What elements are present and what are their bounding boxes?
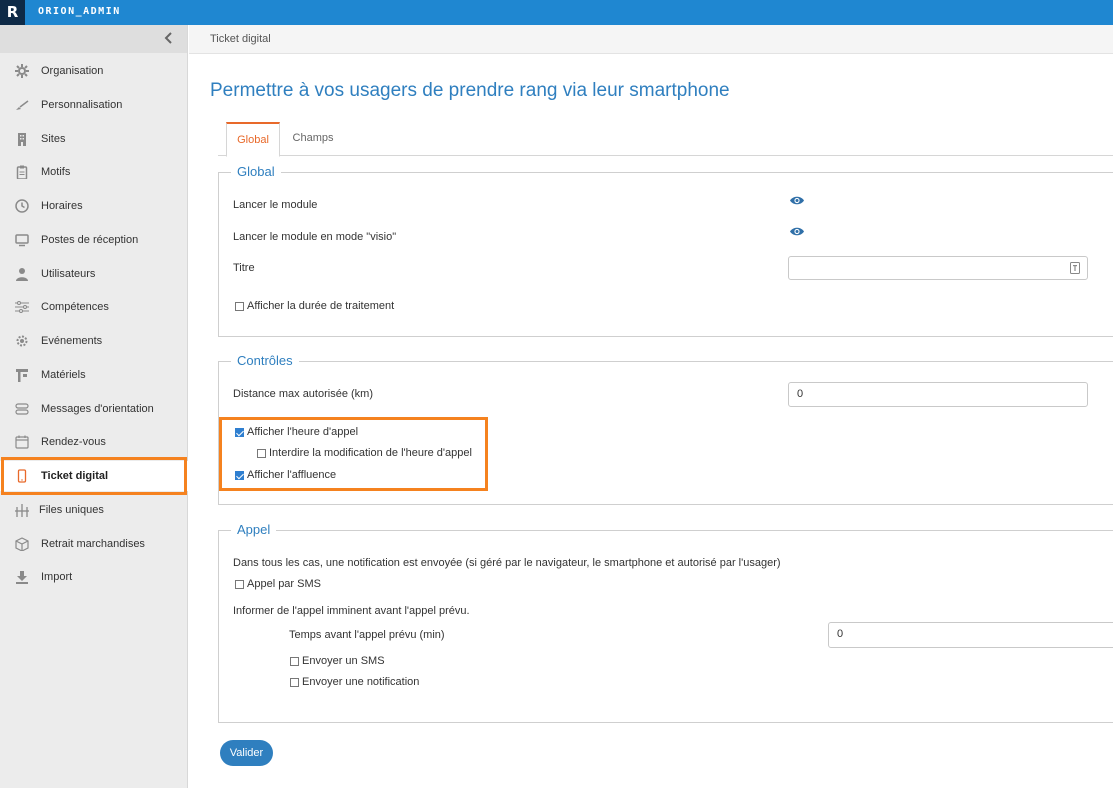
app-logo[interactable]: R xyxy=(0,0,25,25)
notification-info-text: Dans tous les cas, une notification est … xyxy=(233,557,781,569)
sidebar-item-import[interactable]: Import xyxy=(0,562,188,592)
forbid-change-label: Interdire la modification de l'heure d'a… xyxy=(269,447,472,459)
sidebar-item-ticket-digital[interactable]: Ticket digital xyxy=(0,461,188,491)
show-call-time-option[interactable]: Afficher l'heure d'appel xyxy=(235,426,358,438)
send-notification-checkbox[interactable] xyxy=(290,677,299,687)
show-duration-label: Afficher la durée de traitement xyxy=(247,300,395,312)
show-affluence-option[interactable]: Afficher l'affluence xyxy=(235,469,336,481)
show-duration-option[interactable]: Afficher la durée de traitement xyxy=(235,300,394,312)
show-duration-checkbox[interactable] xyxy=(235,301,244,311)
title-input[interactable] xyxy=(788,256,1088,280)
show-affluence-checkbox[interactable] xyxy=(235,470,244,480)
sidebar-item-label: Evénements xyxy=(41,335,103,347)
sidebar-item-label: Compétences xyxy=(41,301,109,313)
sms-call-checkbox[interactable] xyxy=(235,579,244,589)
appel-legend: Appel xyxy=(231,522,277,537)
tab-bar: Global Champs xyxy=(218,122,1113,157)
valider-button[interactable]: Valider xyxy=(220,740,273,766)
signpost-icon xyxy=(15,403,29,415)
sidebar-item-rendez-vous[interactable]: Rendez-vous xyxy=(0,427,188,457)
gear-icon xyxy=(15,64,29,78)
sidebar-item-label: Rendez-vous xyxy=(41,436,106,448)
sidebar-item-label: Postes de réception xyxy=(41,234,139,246)
forbid-change-checkbox[interactable] xyxy=(257,448,266,458)
sidebar-item-motifs[interactable]: Motifs xyxy=(0,157,188,187)
box-icon xyxy=(15,537,29,551)
sidebar-item-label: Messages d'orientation xyxy=(41,403,154,415)
show-call-time-label: Afficher l'heure d'appel xyxy=(247,426,359,438)
cog-icon xyxy=(16,335,28,347)
sidebar-item-personnalisation[interactable]: Personnalisation xyxy=(0,90,188,120)
sidebar-item-label: Sites xyxy=(41,133,66,145)
breadcrumb-current: Ticket digital xyxy=(210,33,271,45)
send-notification-label: Envoyer une notification xyxy=(302,676,420,688)
top-bar: R ORION_ADMIN xyxy=(0,0,1113,25)
sidebar-item-label: Retrait marchandises xyxy=(41,538,145,550)
kiosk-icon xyxy=(16,369,28,382)
breadcrumb: Ticket digital xyxy=(189,25,1113,54)
global-fieldset: Global xyxy=(218,164,1113,337)
distance-label: Distance max autorisée (km) xyxy=(233,388,373,400)
time-before-label: Temps avant l'appel prévu (min) xyxy=(289,629,445,641)
sidebar-item-files-uniques[interactable]: Files uniques xyxy=(0,495,188,525)
tab-global[interactable]: Global xyxy=(226,122,280,157)
eye-icon[interactable] xyxy=(789,226,805,237)
sidebar-item-messages-orientation[interactable]: Messages d'orientation xyxy=(0,394,188,424)
download-icon xyxy=(16,571,28,584)
sidebar-item-label: Files uniques xyxy=(39,504,104,516)
clipboard-icon xyxy=(16,165,28,179)
queue-icon xyxy=(15,504,29,517)
sidebar-item-label: Organisation xyxy=(41,65,104,77)
show-affluence-label: Afficher l'affluence xyxy=(247,469,337,481)
send-sms-checkbox[interactable] xyxy=(290,656,299,666)
sidebar-item-sites[interactable]: Sites xyxy=(0,124,188,154)
sidebar-item-label: Utilisateurs xyxy=(41,268,96,280)
clock-icon xyxy=(15,199,29,213)
app-name: ORION_ADMIN xyxy=(38,6,121,17)
sliders-icon xyxy=(15,301,29,313)
translate-icon[interactable] xyxy=(1070,262,1080,274)
show-call-time-checkbox[interactable] xyxy=(235,427,244,437)
tab-champs[interactable]: Champs xyxy=(282,122,344,156)
global-legend: Global xyxy=(231,164,281,179)
sidebar-collapse-row xyxy=(0,25,187,53)
sidebar-item-label: Matériels xyxy=(41,369,86,381)
send-sms-option[interactable]: Envoyer un SMS xyxy=(290,655,385,667)
sidebar-item-organisation[interactable]: Organisation xyxy=(0,56,188,86)
launch-module-label: Lancer le module xyxy=(233,199,318,211)
page-title: Permettre à vos usagers de prendre rang … xyxy=(210,80,730,101)
eye-icon[interactable] xyxy=(789,195,805,206)
sidebar-item-materiels[interactable]: Matériels xyxy=(0,360,188,390)
chevron-left-icon[interactable] xyxy=(162,31,176,45)
brush-icon xyxy=(16,100,29,110)
sidebar-item-label: Ticket digital xyxy=(41,470,109,482)
user-icon xyxy=(16,268,28,281)
sms-call-option[interactable]: Appel par SMS xyxy=(235,578,321,590)
sidebar-item-utilisateurs[interactable]: Utilisateurs xyxy=(0,259,188,289)
sidebar-item-label: Horaires xyxy=(41,200,83,212)
sidebar-item-label: Personnalisation xyxy=(41,99,123,111)
sidebar-item-competences[interactable]: Compétences xyxy=(0,292,188,322)
sidebar-item-retrait-marchandises[interactable]: Retrait marchandises xyxy=(0,529,188,559)
sidebar-item-horaires[interactable]: Horaires xyxy=(0,191,188,221)
send-sms-label: Envoyer un SMS xyxy=(302,655,385,667)
monitor-icon xyxy=(15,234,29,247)
send-notification-option[interactable]: Envoyer une notification xyxy=(290,676,419,688)
sms-call-label: Appel par SMS xyxy=(247,578,321,590)
distance-input[interactable]: 0 xyxy=(788,382,1088,407)
launch-visio-label: Lancer le module en mode "visio" xyxy=(233,231,397,243)
time-before-input[interactable]: 0 xyxy=(828,622,1113,648)
imminent-call-label: Informer de l'appel imminent avant l'app… xyxy=(233,605,470,617)
building-icon xyxy=(18,133,26,146)
sidebar-item-label: Motifs xyxy=(41,166,71,178)
title-label: Titre xyxy=(233,262,255,274)
controles-legend: Contrôles xyxy=(231,353,299,368)
forbid-change-option[interactable]: Interdire la modification de l'heure d'a… xyxy=(257,447,472,459)
smartphone-icon xyxy=(17,469,27,483)
sidebar-item-label: Import xyxy=(41,571,73,583)
calendar-icon xyxy=(15,435,29,449)
sidebar-item-evenements[interactable]: Evénements xyxy=(0,326,188,356)
sidebar-item-postes-reception[interactable]: Postes de réception xyxy=(0,225,188,255)
